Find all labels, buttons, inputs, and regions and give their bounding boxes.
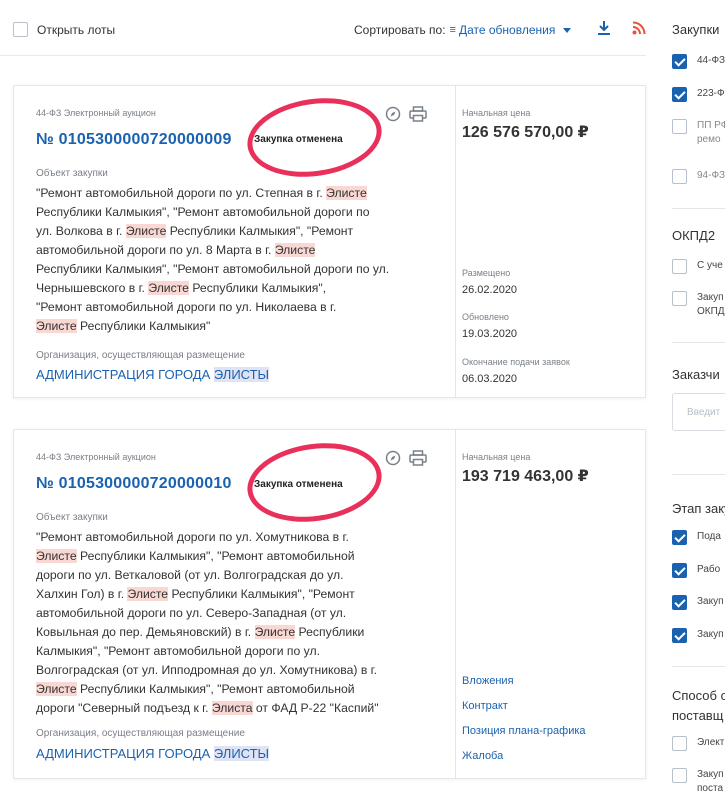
checkbox[interactable] xyxy=(672,87,687,102)
divider xyxy=(672,474,725,475)
filter-purchases-title: Закупки xyxy=(672,22,720,37)
checkbox[interactable] xyxy=(672,530,687,545)
object-label: Объект закупки xyxy=(36,512,108,523)
filter-option[interactable]: Закуп поста xyxy=(672,768,724,796)
filter-okpd-title: ОКПД2 xyxy=(672,228,716,243)
purchase-card: 44-ФЗ Электронный аукцион № 010530000072… xyxy=(13,429,646,779)
placed-label: Размещено xyxy=(462,268,511,278)
checkbox[interactable] xyxy=(672,291,687,306)
checkbox[interactable] xyxy=(672,563,687,578)
filter-option[interactable]: С уче xyxy=(672,259,723,274)
price-value: 193 719 463,00 ₽ xyxy=(462,468,589,485)
filter-panel: Закупки 44-ФЗ 223-Ф ПП РФ ремо 94-ФЗ ОКПД… xyxy=(658,0,725,800)
filter-option[interactable]: 44-ФЗ xyxy=(672,54,725,69)
filter-option[interactable]: 223-Ф xyxy=(672,87,725,102)
open-lots-toggle[interactable]: Открыть лоты xyxy=(13,22,115,37)
checkbox[interactable] xyxy=(672,169,687,184)
filter-customer-title: Заказчи xyxy=(672,367,720,382)
rss-icon[interactable] xyxy=(632,21,646,40)
attachments-link[interactable]: Вложения xyxy=(462,675,514,687)
object-description: "Ремонт автомобильной дороги по ул. Хому… xyxy=(36,530,379,715)
red-circle-annotation xyxy=(242,434,387,531)
compass-icon[interactable] xyxy=(385,450,401,471)
deadline-date: 06.03.2020 xyxy=(462,373,518,385)
compass-icon[interactable] xyxy=(385,106,401,127)
download-icon[interactable] xyxy=(597,20,611,41)
contract-link[interactable]: Контракт xyxy=(462,700,508,712)
card-divider xyxy=(455,86,456,397)
filter-option[interactable]: Пода xyxy=(672,530,721,545)
plan-schedule-link[interactable]: Позиция плана-графика xyxy=(462,725,586,737)
divider xyxy=(672,342,725,343)
object-label: Объект закупки xyxy=(36,168,108,179)
open-lots-checkbox[interactable] xyxy=(13,22,28,37)
purchase-number-link[interactable]: № 0105300000720000009 xyxy=(36,131,232,149)
filter-option[interactable]: Закуп xyxy=(672,628,724,643)
checkbox[interactable] xyxy=(672,119,687,134)
checkbox[interactable] xyxy=(672,259,687,274)
checkbox[interactable] xyxy=(672,736,687,751)
sort-label: Сортировать по: xyxy=(354,23,446,37)
price-value: 126 576 570,00 ₽ xyxy=(462,124,589,141)
filter-option[interactable]: Закуп ОКПД xyxy=(672,291,725,319)
divider xyxy=(672,666,725,667)
sort-value[interactable]: Дате обновления xyxy=(459,23,555,37)
filter-stage-title: Этап заку xyxy=(672,501,725,516)
filter-option[interactable]: 94-ФЗ xyxy=(672,169,725,184)
red-circle-annotation xyxy=(242,89,387,186)
object-description: "Ремонт автомобильной дороги по ул. Степ… xyxy=(36,186,390,333)
filter-method-title: Способ о поставщ xyxy=(672,688,725,723)
purchase-type: 44-ФЗ Электронный аукцион xyxy=(36,452,156,462)
results-toolbar: Открыть лоты Сортировать по: ≡ Дате обно… xyxy=(0,0,646,56)
org-label: Организация, осуществляющая размещение xyxy=(36,728,245,739)
open-lots-label: Открыть лоты xyxy=(37,22,116,37)
filter-option[interactable]: Элект xyxy=(672,736,724,751)
checkbox[interactable] xyxy=(672,768,687,783)
customer-input[interactable]: Введит xyxy=(672,393,725,431)
deadline-label: Окончание подачи заявок xyxy=(462,357,570,367)
org-link[interactable]: АДМИНИСТРАЦИЯ ГОРОДА ЭЛИСТЫ xyxy=(36,367,270,382)
print-icon[interactable] xyxy=(409,106,427,127)
checkbox[interactable] xyxy=(672,628,687,643)
complaint-link[interactable]: Жалоба xyxy=(462,750,503,762)
card-divider xyxy=(455,430,456,778)
price-label: Начальная цена xyxy=(462,452,531,462)
print-icon[interactable] xyxy=(409,450,427,471)
filter-option[interactable]: ПП РФ ремо xyxy=(672,119,725,147)
checkbox[interactable] xyxy=(672,54,687,69)
sort-order-icon: ≡ xyxy=(449,24,456,36)
updated-date: 19.03.2020 xyxy=(462,328,518,340)
updated-label: Обновлено xyxy=(462,312,509,322)
chevron-down-icon[interactable] xyxy=(563,27,572,33)
sort-control[interactable]: Сортировать по: ≡ Дате обновления xyxy=(354,23,572,37)
filter-option[interactable]: Рабо xyxy=(672,563,720,578)
purchase-type: 44-ФЗ Электронный аукцион xyxy=(36,108,156,118)
placed-date: 26.02.2020 xyxy=(462,284,518,296)
divider xyxy=(672,208,725,209)
org-label: Организация, осуществляющая размещение xyxy=(36,350,245,361)
purchase-card: 44-ФЗ Электронный аукцион № 010530000072… xyxy=(13,85,646,398)
filter-option[interactable]: Закуп xyxy=(672,595,724,610)
checkbox[interactable] xyxy=(672,595,687,610)
org-link[interactable]: АДМИНИСТРАЦИЯ ГОРОДА ЭЛИСТЫ xyxy=(36,746,270,761)
purchase-number-link[interactable]: № 0105300000720000010 xyxy=(36,475,232,493)
price-label: Начальная цена xyxy=(462,108,531,118)
